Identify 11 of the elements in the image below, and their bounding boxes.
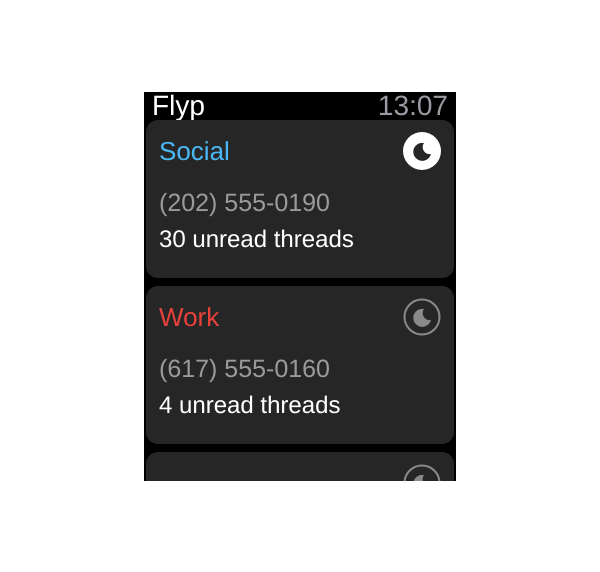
app-title: Flyp [152, 92, 205, 120]
account-name: Work [159, 304, 220, 330]
unread-count: 30 unread threads [159, 228, 354, 252]
account-name: Social [159, 138, 230, 164]
unread-count: 4 unread threads [159, 394, 340, 418]
moon-icon[interactable] [403, 132, 441, 170]
clock-time: 13:07 [378, 92, 448, 120]
phone-number: (617) 555-0160 [159, 357, 330, 382]
account-card[interactable]: Work (617) 555-0160 4 unread threads [146, 286, 454, 444]
account-card[interactable]: Social (202) 555-0190 30 unread threads [146, 120, 454, 278]
phone-number: (202) 555-0190 [159, 191, 330, 216]
